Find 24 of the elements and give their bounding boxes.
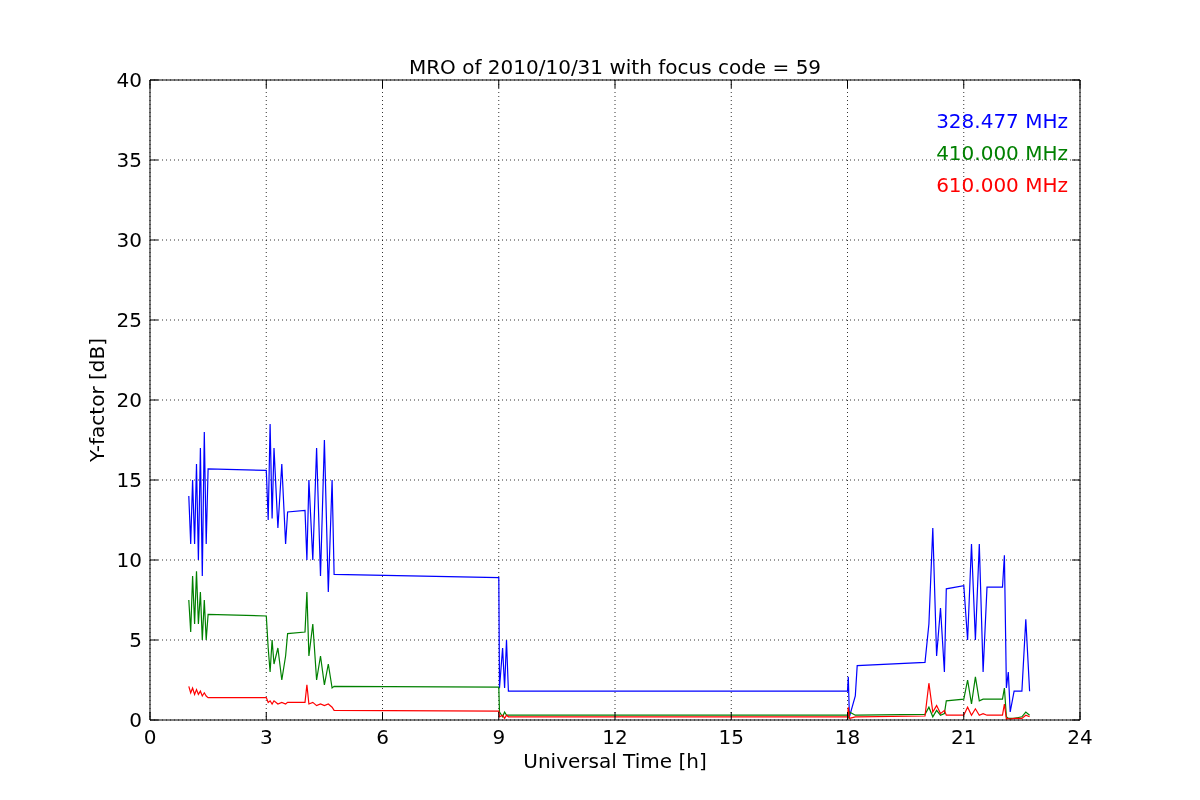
x-tick-label: 24 [1067,725,1093,749]
legend-label: 410.000 MHz [936,141,1068,165]
y-tick-label: 0 [129,708,142,732]
legend-label: 328.477 MHz [936,109,1068,133]
y-tick-label: 10 [116,548,142,572]
x-tick-label: 6 [376,725,389,749]
y-tick-label: 5 [129,628,142,652]
x-tick-label: 12 [602,725,628,749]
y-tick-label: 30 [116,228,142,252]
x-tick-label: 3 [259,725,273,749]
chart-title: MRO of 2010/10/31 with focus code = 59 [408,55,822,79]
y-tick-label: 40 [116,68,142,92]
y-tick-label: 25 [116,308,142,332]
x-tick-label: 15 [718,725,744,749]
y-tick-label: 35 [116,148,142,172]
y-tick-label: 20 [116,388,142,412]
x-tick-label: 18 [834,725,861,749]
x-tick-label: 0 [143,725,157,749]
x-tick-label: 9 [492,725,506,749]
y-tick-label: 15 [116,468,142,492]
x-axis-label: Universal Time [h] [523,749,707,773]
y-axis-label: Y-factor [dB] [85,338,109,462]
legend-label: 610.000 MHz [936,173,1068,197]
x-tick-label: 21 [951,725,977,749]
